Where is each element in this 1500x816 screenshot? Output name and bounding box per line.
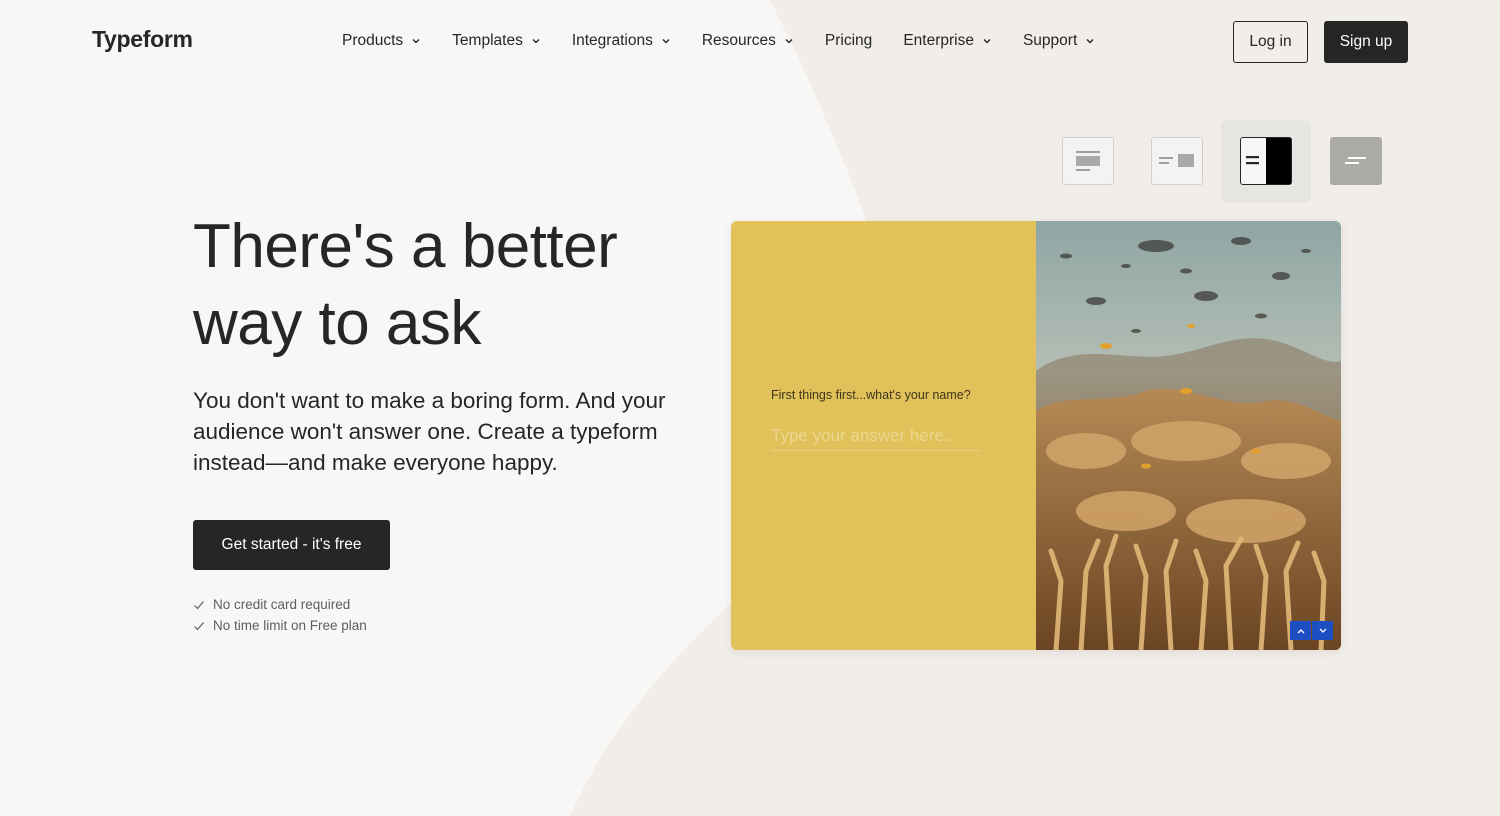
reef-image-panel bbox=[1036, 221, 1341, 650]
benefit-item: No credit card required bbox=[193, 594, 367, 615]
next-question-button[interactable] bbox=[1312, 621, 1333, 640]
signup-button[interactable]: Sign up bbox=[1324, 21, 1408, 63]
nav-integrations[interactable]: Integrations bbox=[572, 31, 671, 51]
benefit-label: No credit card required bbox=[213, 597, 351, 612]
layout-stack-icon bbox=[1076, 151, 1100, 171]
nav-label: Resources bbox=[701, 32, 776, 49]
layout-option-text[interactable] bbox=[1330, 137, 1382, 185]
nav-label: Templates bbox=[452, 32, 523, 49]
typeform-logo[interactable]: Typeform bbox=[92, 26, 193, 53]
chevron-down-icon bbox=[532, 39, 540, 44]
chevron-up-icon bbox=[1297, 628, 1304, 633]
checkmark-icon bbox=[194, 621, 204, 630]
layout-option-split[interactable] bbox=[1151, 137, 1203, 185]
coral-reef-image bbox=[1036, 221, 1341, 650]
main-nav: Products Templates Integrations Resource… bbox=[342, 31, 1095, 51]
layout-split-dark-icon bbox=[1246, 138, 1291, 184]
hero-subtitle: You don't want to make a boring form. An… bbox=[193, 388, 666, 475]
checkmark-icon bbox=[194, 600, 204, 609]
nav-label: Support bbox=[1022, 32, 1078, 49]
nav-pricing[interactable]: Pricing bbox=[825, 31, 872, 51]
nav-label: Pricing bbox=[824, 32, 873, 49]
hero-title-line2: way to ask bbox=[193, 289, 481, 358]
hero-title-line1: There's a better bbox=[193, 212, 618, 281]
nav-resources[interactable]: Resources bbox=[702, 31, 794, 51]
nav-support[interactable]: Support bbox=[1023, 31, 1095, 51]
benefits-list: No credit card required No time limit on… bbox=[193, 594, 367, 636]
hero-title: There's a better way to ask bbox=[193, 208, 713, 362]
layout-text-icon bbox=[1345, 157, 1366, 164]
nav-label: Integrations bbox=[571, 32, 653, 49]
chevron-down-icon bbox=[412, 39, 420, 44]
layout-split-icon bbox=[1159, 154, 1194, 167]
chevron-down-icon bbox=[1319, 628, 1326, 633]
form-navigation bbox=[1290, 621, 1333, 640]
nav-label: Products bbox=[342, 32, 404, 49]
nav-enterprise[interactable]: Enterprise bbox=[903, 31, 992, 51]
nav-products[interactable]: Products bbox=[342, 31, 421, 51]
page: Typeform Products Templates Integrations… bbox=[0, 0, 1500, 816]
benefit-item: No time limit on Free plan bbox=[193, 615, 367, 636]
answer-input[interactable] bbox=[771, 426, 979, 451]
login-button[interactable]: Log in bbox=[1233, 21, 1308, 63]
previous-question-button[interactable] bbox=[1290, 621, 1311, 640]
get-started-button[interactable]: Get started - it's free bbox=[193, 520, 390, 570]
benefit-label: No time limit on Free plan bbox=[213, 618, 367, 633]
form-preview-card: First things first...what's your name? bbox=[731, 221, 1341, 650]
nav-templates[interactable]: Templates bbox=[452, 31, 541, 51]
form-panel: First things first...what's your name? bbox=[731, 221, 1036, 650]
nav-label: Enterprise bbox=[903, 32, 974, 49]
layout-option-split-dark[interactable] bbox=[1240, 137, 1292, 185]
chevron-down-icon bbox=[662, 39, 670, 44]
chevron-down-icon bbox=[1086, 39, 1094, 44]
chevron-down-icon bbox=[983, 39, 991, 44]
chevron-down-icon bbox=[785, 39, 793, 44]
layout-option-stack[interactable] bbox=[1062, 137, 1114, 185]
form-question: First things first...what's your name? bbox=[771, 388, 971, 402]
